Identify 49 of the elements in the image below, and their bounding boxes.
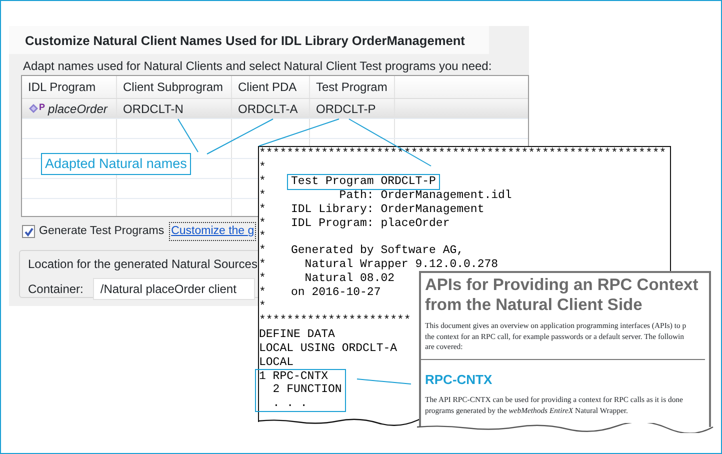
code-line: *: [259, 300, 266, 314]
code-line: *: [259, 244, 266, 258]
code-line: DEFINE DATA: [259, 328, 335, 342]
code-line: *: [259, 286, 266, 300]
column-header[interactable]: Client Subprogram: [117, 76, 232, 98]
column-header[interactable]: Test Program: [310, 76, 395, 98]
code-line: *: [259, 188, 266, 203]
column-header[interactable]: Client PDA: [232, 76, 310, 98]
callout-line: [178, 118, 198, 152]
code-line: *: [259, 272, 266, 286]
code-line: 1 RPC-CNTX: [259, 370, 328, 384]
code-line: IDL Library: OrderManagement: [291, 202, 484, 217]
code-line: ***********************************************************: [259, 147, 666, 161]
code-line: *: [259, 174, 266, 189]
column-header[interactable]: IDL Program: [22, 76, 117, 98]
code-line: *: [259, 258, 266, 272]
code-line: Path: OrderManagement.idl: [338, 188, 512, 203]
callout-label: Adapted Natural names: [41, 153, 191, 176]
customize-link[interactable]: Customize the g: [169, 222, 256, 242]
code-line: LOCAL USING ORDCLT-A: [259, 342, 398, 356]
code-line: LOCAL: [259, 356, 294, 370]
group-title: Location for the generated Natural Sources: [28, 256, 258, 274]
container-field[interactable]: /Natural placeOrder client: [93, 278, 256, 300]
code-line: *: [259, 216, 266, 230]
checkbox-label: Generate Test Programs: [39, 224, 164, 240]
code-line: Natural 08.02: [304, 272, 395, 286]
code-line: *: [259, 202, 266, 217]
code-line: Test Program ORDCLT-P: [291, 174, 436, 189]
callout-line: [356, 378, 412, 384]
dialog-title: Customize Natural Client Names Used for IDL Library OrderManagement: [9, 26, 489, 54]
code-line: *: [259, 230, 266, 244]
section-heading: RPC-CNTX: [421, 358, 705, 389]
table-row[interactable]: P placeOrder ORDCLT-N ORDCLT-A ORDCLT-P: [22, 99, 528, 120]
checkbox[interactable]: [22, 225, 35, 238]
code-line: Generated by Software AG,: [291, 244, 464, 258]
container-label: Container:: [28, 281, 84, 298]
instruction-text: Adapt names used for Natural Clients and select Natural Client Test programs you need:: [22, 58, 493, 76]
code-line: IDL Program: placeOrder: [291, 216, 450, 230]
table-cell-text: ORDCLT-A: [238, 100, 298, 118]
code-line: *: [259, 160, 266, 175]
code-line: Natural Wrapper 9.12.0.0.278: [304, 258, 498, 272]
code-line: 2 FUNCTION: [272, 383, 342, 398]
table-cell-text: ORDCLT-N: [123, 100, 184, 118]
table-cell-text: ORDCLT-P: [316, 100, 376, 118]
code-line: **********************: [259, 314, 411, 328]
code-line: . . .: [272, 397, 308, 412]
code-line: on 2016-10-27: [291, 286, 381, 300]
program-name: placeOrder: [48, 100, 108, 118]
document-title: APIs for Providing an RPC Context from the Natural Client Side: [425, 275, 700, 315]
